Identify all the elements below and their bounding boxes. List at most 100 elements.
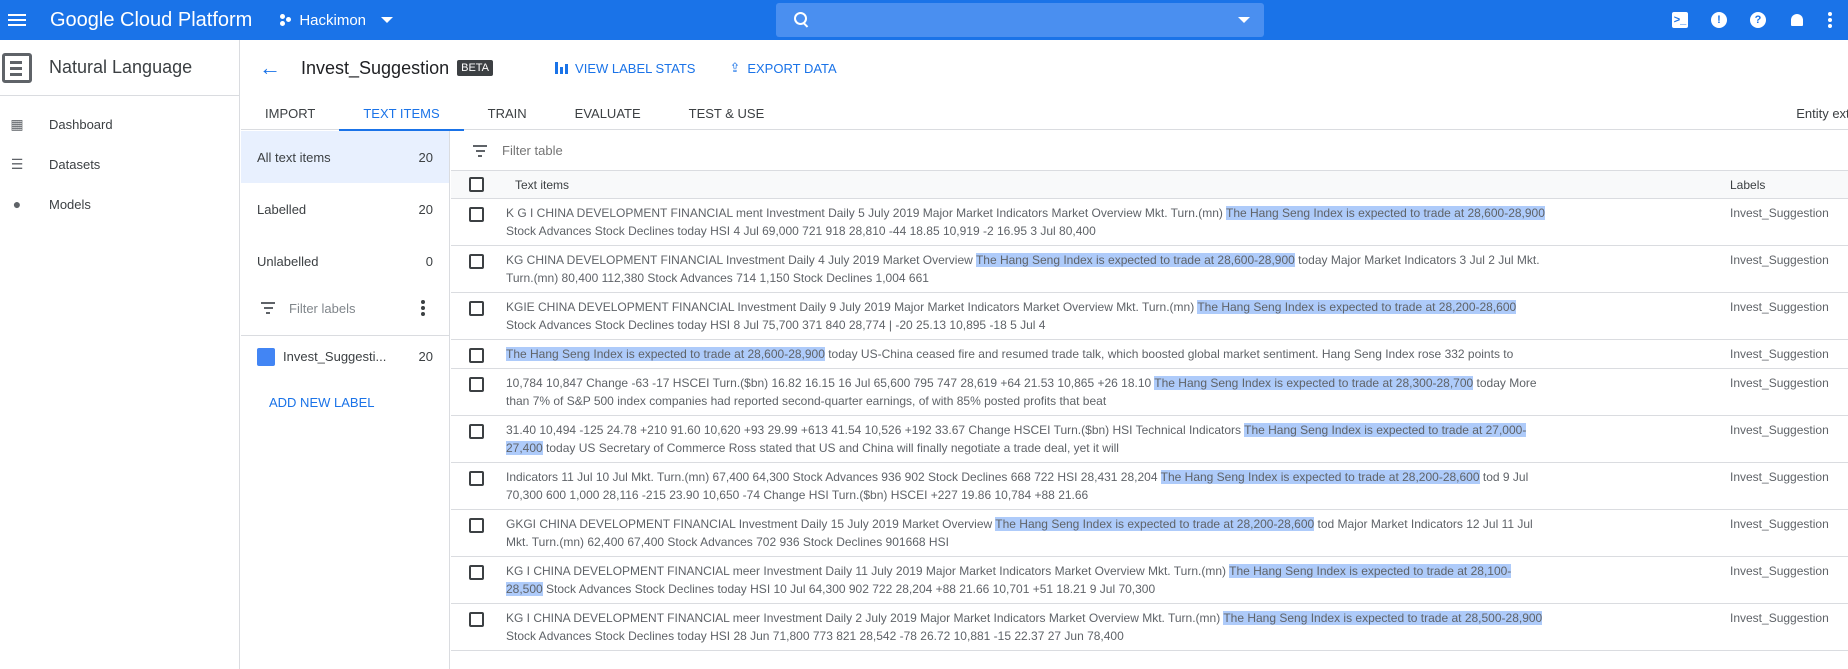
search-bar[interactable] xyxy=(776,3,1264,37)
filter-count: 20 xyxy=(418,201,433,217)
notifications-bell-icon[interactable] xyxy=(1789,12,1805,28)
product-name: Natural Language xyxy=(49,57,193,77)
table-row[interactable]: Indicators 11 Jul 10 Jul Mkt. Turn.(mn) … xyxy=(451,463,1848,510)
row-checkbox[interactable] xyxy=(469,518,484,533)
table-row[interactable]: The Hang Seng Index is expected to trade… xyxy=(451,340,1848,369)
left-navigation: Natural Language ▦ Dashboard ☰ Datasets … xyxy=(0,40,240,669)
entity-highlight[interactable]: The Hang Seng Index is expected to trade… xyxy=(1223,611,1543,625)
row-checkbox[interactable] xyxy=(469,377,484,392)
filter-label: Unlabelled xyxy=(257,253,319,269)
row-label: Invest_Suggestion xyxy=(1730,206,1829,220)
nav-item-datasets[interactable]: ☰ Datasets xyxy=(0,144,239,184)
row-checkbox[interactable] xyxy=(469,348,484,363)
cloud-shell-icon[interactable]: >_ xyxy=(1672,12,1688,28)
row-checkbox[interactable] xyxy=(469,471,484,486)
export-icon: ⇪ xyxy=(729,60,741,75)
table-row[interactable]: 31.40 10,494 -125 24.78 +210 91.60 10,62… xyxy=(451,416,1848,463)
row-text-pre: KGIE CHINA DEVELOPMENT FINANCIAL Investm… xyxy=(506,300,1198,314)
row-label: Invest_Suggestion xyxy=(1730,517,1829,531)
row-checkbox[interactable] xyxy=(469,207,484,222)
hamburger-menu-icon[interactable] xyxy=(8,0,26,40)
filter-labels-input[interactable]: Filter labels xyxy=(289,301,355,316)
label-item-invest-suggestion[interactable]: Invest_Suggesti... 20 xyxy=(241,335,449,377)
table-row[interactable]: 10,784 10,847 Change -63 -17 HSCEI Turn.… xyxy=(451,369,1848,416)
entity-highlight[interactable]: The Hang Seng Index is expected to trade… xyxy=(995,517,1315,531)
row-checkbox[interactable] xyxy=(469,301,484,316)
back-arrow-icon[interactable]: ← xyxy=(259,55,281,81)
filter-count: 20 xyxy=(418,149,433,165)
row-text-post: today US-China ceased fire and resumed t… xyxy=(824,347,1514,361)
tab-import[interactable]: IMPORT xyxy=(241,96,339,130)
entity-extraction-label: Entity extr xyxy=(1796,105,1848,121)
entity-highlight[interactable]: The Hang Seng Index is expected to trade… xyxy=(1197,300,1517,314)
tab-train[interactable]: TRAIN xyxy=(464,96,551,130)
row-text-pre: KG I CHINA DEVELOPMENT FINANCIAL meer In… xyxy=(506,564,1230,578)
table-row[interactable]: KG I CHINA DEVELOPMENT FINANCIAL meer In… xyxy=(451,604,1848,651)
entity-highlight[interactable]: The Hang Seng Index is expected to trade… xyxy=(1226,206,1545,220)
row-text-pre: Indicators 11 Jul 10 Jul Mkt. Turn.(mn) … xyxy=(506,470,1161,484)
filter-table-input[interactable] xyxy=(502,143,902,158)
export-data-button[interactable]: ⇪ EXPORT DATA xyxy=(729,60,836,76)
row-text: KG I CHINA DEVELOPMENT FINANCIAL meer In… xyxy=(506,557,1546,603)
export-data-label: EXPORT DATA xyxy=(747,60,837,76)
filter-count: 0 xyxy=(425,253,433,269)
table-row[interactable]: KGIE CHINA DEVELOPMENT FINANCIAL Investm… xyxy=(451,293,1848,340)
row-text-post: today US Secretary of Commerce Ross stat… xyxy=(542,441,1119,455)
more-options-icon[interactable] xyxy=(1828,12,1832,28)
label-options-icon[interactable] xyxy=(421,300,425,316)
table-row[interactable]: KG I CHINA DEVELOPMENT FINANCIAL meer In… xyxy=(451,557,1848,604)
search-input[interactable] xyxy=(820,12,1238,28)
help-icon[interactable]: ? xyxy=(1750,12,1766,28)
entity-highlight[interactable]: The Hang Seng Index is expected to trade… xyxy=(975,253,1295,267)
row-text-post: Stock Advances Stock Declines today HSI … xyxy=(506,224,1096,238)
row-label: Invest_Suggestion xyxy=(1730,470,1829,484)
tab-text-items[interactable]: TEXT ITEMS xyxy=(339,96,464,131)
view-label-stats-button[interactable]: VIEW LABEL STATS xyxy=(555,61,695,76)
row-checkbox[interactable] xyxy=(469,565,484,580)
row-checkbox[interactable] xyxy=(469,254,484,269)
row-text-pre: 10,784 10,847 Change -63 -17 HSCEI Turn.… xyxy=(506,376,1155,390)
entity-highlight[interactable]: The Hang Seng Index is expected to trade… xyxy=(1154,376,1474,390)
filter-unlabelled[interactable]: Unlabelled 0 xyxy=(241,235,449,287)
filter-label: Labelled xyxy=(257,201,307,217)
table-row[interactable]: GKGI CHINA DEVELOPMENT FINANCIAL Investm… xyxy=(451,510,1848,557)
select-all-checkbox[interactable] xyxy=(469,177,484,192)
dataset-title: Invest_Suggestion xyxy=(301,57,450,78)
search-icon xyxy=(794,12,810,28)
nav-item-dashboard[interactable]: ▦ Dashboard xyxy=(0,104,239,144)
filter-all-text-items[interactable]: All text items 20 xyxy=(241,131,449,183)
filter-labels-row: Filter labels xyxy=(241,287,449,329)
row-text: Indicators 11 Jul 10 Jul Mkt. Turn.(mn) … xyxy=(506,463,1546,509)
filter-panel: All text items 20 Labelled 20 Unlabelled… xyxy=(241,131,450,669)
tab-evaluate[interactable]: EVALUATE xyxy=(551,96,665,130)
project-selector[interactable]: Hackimon xyxy=(280,12,394,29)
row-label: Invest_Suggestion xyxy=(1730,423,1829,437)
feedback-icon[interactable]: ! xyxy=(1711,12,1727,28)
filter-icon xyxy=(261,302,275,314)
row-checkbox[interactable] xyxy=(469,612,484,627)
text-items-table: Text items Labels K G I CHINA DEVELOPMEN… xyxy=(451,131,1848,669)
entity-highlight[interactable]: The Hang Seng Index is expected to trade… xyxy=(506,347,825,361)
tab-bar: IMPORT TEXT ITEMS TRAIN EVALUATE TEST & … xyxy=(241,96,1848,131)
table-row[interactable]: KG CHINA DEVELOPMENT FINANCIAL Investmen… xyxy=(451,246,1848,293)
row-text-post: Stock Advances Stock Declines today HSI … xyxy=(506,318,1046,332)
natural-language-logo-icon xyxy=(2,52,32,83)
product-header: Natural Language xyxy=(0,40,239,96)
list-icon: ☰ xyxy=(10,156,24,172)
search-dropdown-icon[interactable] xyxy=(1238,17,1250,23)
filter-labelled[interactable]: Labelled 20 xyxy=(241,183,449,235)
table-filter-bar xyxy=(451,131,1848,171)
add-new-label-button[interactable]: ADD NEW LABEL xyxy=(269,395,374,410)
brand-title[interactable]: Google Cloud Platform xyxy=(50,9,252,32)
nav-item-models[interactable]: ● Models xyxy=(0,184,239,224)
entity-highlight[interactable]: The Hang Seng Index is expected to trade… xyxy=(1160,470,1480,484)
table-row[interactable]: K G I CHINA DEVELOPMENT FINANCIAL ment I… xyxy=(451,199,1848,246)
row-checkbox[interactable] xyxy=(469,424,484,439)
tab-test-and-use[interactable]: TEST & USE xyxy=(665,96,789,130)
row-text-pre: KG CHINA DEVELOPMENT FINANCIAL Investmen… xyxy=(506,253,976,267)
beta-badge: BETA xyxy=(457,60,494,76)
nav-item-label: Dashboard xyxy=(49,116,113,132)
row-text: KG I CHINA DEVELOPMENT FINANCIAL meer In… xyxy=(506,604,1546,650)
row-label: Invest_Suggestion xyxy=(1730,611,1829,625)
row-label: Invest_Suggestion xyxy=(1730,347,1829,361)
